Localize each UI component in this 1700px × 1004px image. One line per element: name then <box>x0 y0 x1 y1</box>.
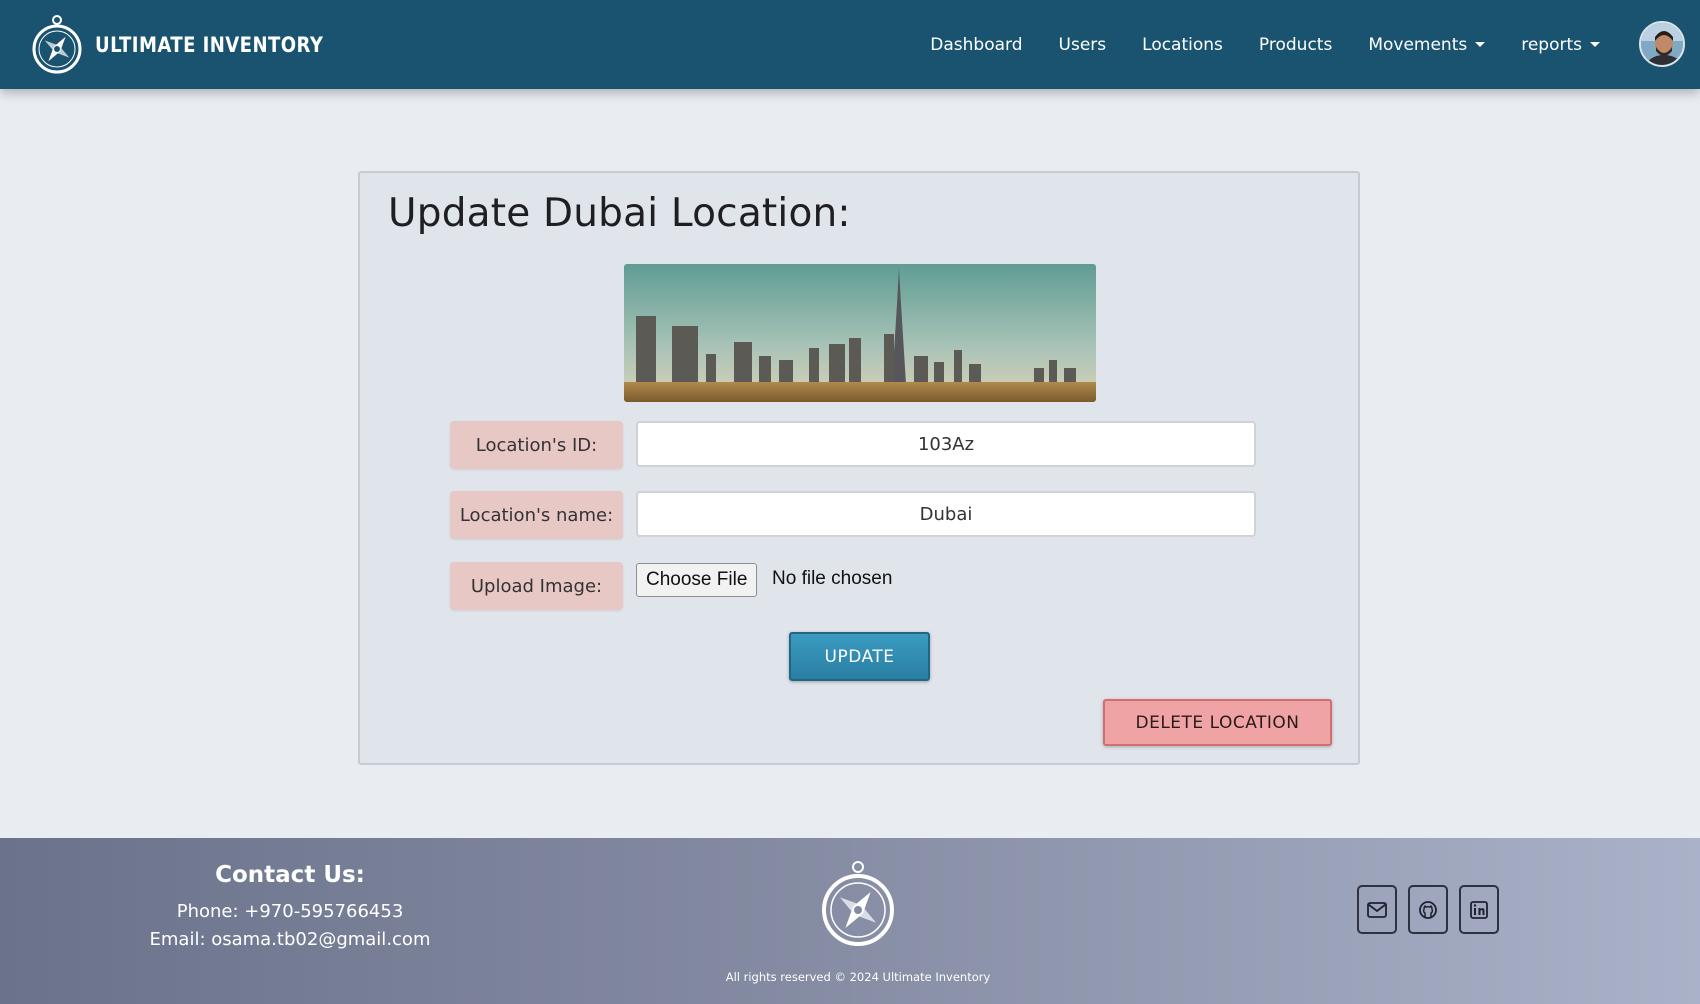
file-status-text: No file chosen <box>772 568 893 589</box>
github-button[interactable] <box>1408 885 1448 934</box>
nav-locations-label: Locations <box>1142 34 1223 55</box>
user-avatar-icon <box>1641 23 1683 65</box>
location-name-row: Location's name: <box>450 491 1256 539</box>
location-image <box>624 264 1096 402</box>
linkedin-icon <box>1470 900 1488 919</box>
caret-down-icon <box>1475 42 1486 47</box>
update-button[interactable]: UPDATE <box>789 632 930 681</box>
linkedin-button[interactable] <box>1459 885 1499 934</box>
caret-down-icon <box>1590 42 1600 47</box>
brand-link[interactable]: ULTIMATE INVENTORY <box>31 14 361 75</box>
contact-email: Email: osama.tb02@gmail.com <box>149 929 431 950</box>
location-id-row: Location's ID: <box>450 421 1256 469</box>
user-avatar[interactable] <box>1639 21 1685 67</box>
upload-image-row: Upload Image: Choose File No file chosen <box>450 562 1250 610</box>
social-links <box>1357 885 1499 934</box>
nav-users[interactable]: Users <box>1041 35 1125 55</box>
choose-file-button[interactable]: Choose File <box>636 563 758 597</box>
mail-icon <box>1367 901 1387 918</box>
compass-logo-icon <box>822 861 894 946</box>
mail-button[interactable] <box>1357 885 1397 934</box>
nav-locations[interactable]: Locations <box>1124 35 1241 55</box>
nav-reports-label: reports <box>1521 34 1582 55</box>
nav-links: Dashboard Users Locations Products Movem… <box>912 0 1618 89</box>
update-location-card: Update Dubai Location: Location's ID: 10… <box>358 171 1360 765</box>
delete-location-button[interactable]: DELETE LOCATION <box>1103 699 1332 746</box>
contact-section: Contact Us: Phone: +970-595766453 Email:… <box>0 862 580 954</box>
upload-image-label: Upload Image: <box>450 562 623 610</box>
nav-reports-dropdown[interactable]: reports <box>1503 35 1618 55</box>
contact-title: Contact Us: <box>215 862 365 888</box>
location-id-input[interactable] <box>636 421 1256 467</box>
nav-movements-label: Movements <box>1368 34 1468 55</box>
nav-products-label: Products <box>1258 34 1333 55</box>
location-id-label: Location's ID: <box>450 421 623 469</box>
dubai-skyline-image <box>624 264 1096 402</box>
location-name-label: Location's name: <box>450 491 623 539</box>
page-title: Update Dubai Location: <box>388 191 851 236</box>
nav-dashboard[interactable]: Dashboard <box>912 35 1040 55</box>
nav-products[interactable]: Products <box>1241 35 1350 55</box>
footer: Contact Us: Phone: +970-595766453 Email:… <box>0 838 1700 1004</box>
copyright-text: All rights reserved © 2024 Ultimate Inve… <box>725 970 991 984</box>
nav-dashboard-label: Dashboard <box>930 34 1023 55</box>
nav-movements-dropdown[interactable]: Movements <box>1350 35 1503 55</box>
location-name-input[interactable] <box>636 491 1256 537</box>
github-icon <box>1419 900 1437 919</box>
top-navbar: ULTIMATE INVENTORY Dashboard Users Locat… <box>0 0 1700 89</box>
brand-name: ULTIMATE INVENTORY <box>95 32 324 57</box>
compass-logo-icon <box>32 15 82 74</box>
contact-phone: Phone: +970-595766453 <box>176 901 404 922</box>
nav-users-label: Users <box>1058 34 1107 55</box>
